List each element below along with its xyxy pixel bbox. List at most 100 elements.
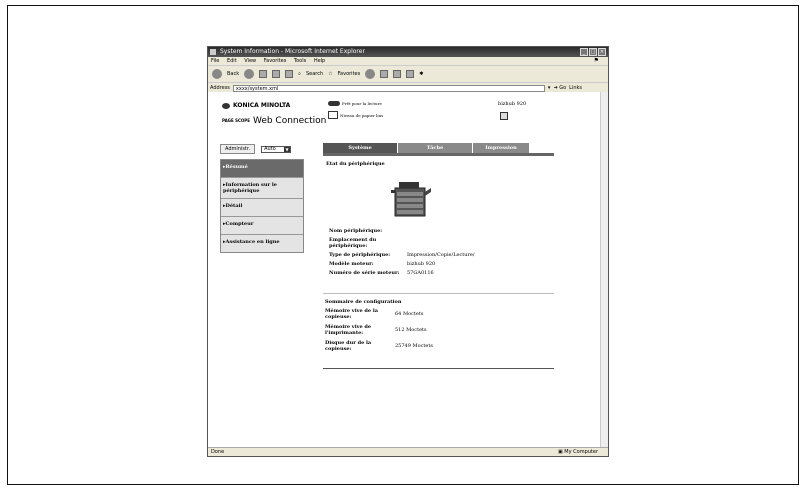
sidebar-item-detail[interactable]: ▸Détail (221, 199, 303, 217)
config-value: 25749 Moctets (395, 343, 433, 349)
menu-view[interactable]: View (244, 58, 256, 64)
admin-login-button[interactable]: Administr. (220, 144, 256, 154)
dropdown-arrow-icon[interactable]: ▾ (548, 85, 551, 91)
tab-systeme[interactable]: Système (323, 143, 397, 153)
config-label: Mémoire vive de la copieuse: (325, 308, 378, 320)
tab-underline (323, 153, 554, 156)
favorites-star-icon[interactable]: ☆ (328, 71, 332, 77)
device-info: Nom périphérique: Emplacement du périphé… (329, 228, 549, 279)
konica-minolta-emblem-icon (222, 102, 230, 109)
printer-icon (391, 182, 431, 217)
info-value: Impression/Copie/Lecture/ (407, 252, 475, 258)
address-input[interactable]: xxxx/system.xml (232, 84, 545, 92)
menu-favorites[interactable]: Favorites (264, 58, 287, 64)
config-value: 512 Moctets (395, 327, 427, 333)
favorites-label[interactable]: Favorites (338, 71, 361, 77)
notice-drum-text: Prêt pour la lecture (342, 101, 382, 106)
computer-icon: ▣ (557, 449, 563, 455)
menu-help[interactable]: Help (314, 58, 325, 64)
config-label: Disque dur de la copieuse: (325, 340, 372, 352)
back-label[interactable]: Back (227, 71, 239, 77)
brand-name: KONICA MINOLTA (233, 102, 291, 109)
info-label: Modèle moteur: (329, 261, 374, 267)
go-label: Go (559, 85, 567, 91)
forward-icon[interactable] (244, 69, 255, 79)
content-end-line (323, 368, 554, 369)
config-row: Disque dur de la copieuse: 25749 Moctets (325, 340, 545, 352)
sidebar-menu: ▸Résumé ▸Information sur le périphérique… (220, 159, 304, 253)
notice-drum: Prêt pour la lecture (328, 101, 382, 106)
menu-file[interactable]: File (211, 58, 219, 64)
search-label[interactable]: Search (306, 71, 323, 77)
product-name: Web Connection (252, 116, 327, 126)
title-bar: System Information - Microsoft Internet … (208, 47, 608, 57)
sidebar-item-compteur[interactable]: ▸Compteur (221, 217, 303, 235)
security-zone: ▣ My Computer (557, 448, 598, 456)
info-row: Emplacement du périphérique: (329, 237, 549, 249)
konica-minolta-logo: KONICA MINOLTA (222, 102, 290, 109)
sidebar-item-label: Information sur le périphérique (223, 182, 277, 194)
tab-tache[interactable]: Tâche (398, 143, 472, 153)
sidebar-item-label: Détail (225, 203, 243, 209)
config-row: Mémoire vive de l'imprimante: 512 Moctets (325, 324, 545, 336)
edit-icon[interactable] (406, 70, 415, 78)
info-label: Emplacement du périphérique: (329, 237, 377, 249)
refresh-icon[interactable] (272, 70, 281, 78)
info-row: Modèle moteur: bizhub 920 (329, 261, 549, 267)
menu-bar: File Edit View Favorites Tools Help ⚑ (208, 57, 608, 66)
section-title: Etat du périphérique (326, 161, 385, 167)
config-value: 64 Moctets (395, 311, 424, 317)
mail-icon[interactable] (380, 70, 389, 78)
info-label: Numéro de série moteur: (329, 270, 400, 276)
info-label: Type de périphérique: (329, 252, 391, 258)
info-value: 57GA0116 (407, 270, 434, 276)
history-icon[interactable] (365, 69, 376, 79)
window-title: System Information - Microsoft Internet … (220, 48, 365, 55)
print-icon[interactable] (393, 70, 402, 78)
info-value: bizhub 920 (407, 261, 436, 267)
minimize-button[interactable]: _ (580, 48, 588, 56)
close-button[interactable]: × (598, 48, 606, 56)
select-value: Auto (264, 146, 276, 152)
sidebar-item-assistance[interactable]: ▸Assistance en ligne (221, 235, 303, 252)
maximize-button[interactable]: □ (589, 48, 597, 56)
zone-label: My Computer (564, 449, 598, 455)
menu-edit[interactable]: Edit (227, 58, 237, 64)
notice-paper: Niveau de papier bas (328, 111, 383, 119)
links-label[interactable]: Links (569, 85, 582, 91)
section-divider (323, 293, 554, 294)
web-content: KONICA MINOLTA PAGE SCOPE Web Connection… (208, 92, 601, 451)
refresh-mode-select[interactable]: Auto ▼ (261, 145, 292, 153)
status-bar: Done ▣ My Computer (208, 447, 608, 456)
menu-tools[interactable]: Tools (294, 58, 306, 64)
info-label: Nom périphérique: (329, 228, 383, 234)
info-row: Type de périphérique: Impression/Copie/Le… (329, 252, 549, 258)
info-row: Numéro de série moteur: 57GA0116 (329, 270, 549, 276)
back-icon[interactable] (212, 69, 222, 79)
config-row: Mémoire vive de la copieuse: 64 Moctets (325, 308, 545, 320)
browser-window: System Information - Microsoft Internet … (207, 46, 609, 457)
tab-impression[interactable]: Impression (473, 143, 529, 153)
page-scope-mark: PAGE SCOPE (222, 118, 250, 123)
windows-flag-icon: ⚑ (593, 57, 599, 64)
drum-icon (328, 101, 340, 106)
stop-icon[interactable] (259, 70, 268, 78)
info-row: Nom périphérique: (329, 228, 549, 234)
web-connection-logo: PAGE SCOPE Web Connection (222, 116, 326, 126)
config-title: Sommaire de configuration (325, 299, 402, 305)
info-value (407, 237, 549, 249)
vertical-scrollbar[interactable] (600, 92, 608, 447)
messenger-icon[interactable]: ✱ (419, 71, 423, 77)
refresh-status-icon[interactable] (500, 112, 508, 120)
sidebar-item-label: Assistance en ligne (225, 239, 280, 245)
search-icon[interactable]: ⌕ (298, 71, 301, 77)
chevron-down-icon: ▼ (284, 146, 291, 152)
sidebar-item-label: Compteur (225, 221, 254, 227)
config-summary: Mémoire vive de la copieuse: 64 Moctets M… (325, 308, 545, 356)
home-icon[interactable] (285, 70, 294, 78)
go-button[interactable]: ➜ Go (553, 85, 566, 91)
sidebar-item-resume[interactable]: ▸Résumé (221, 160, 303, 178)
config-label: Mémoire vive de l'imprimante: (325, 324, 372, 336)
toolbar: Back ⌕ Search ☆ Favorites ✱ (208, 66, 608, 83)
sidebar-item-information[interactable]: ▸Information sur le périphérique (221, 178, 303, 199)
